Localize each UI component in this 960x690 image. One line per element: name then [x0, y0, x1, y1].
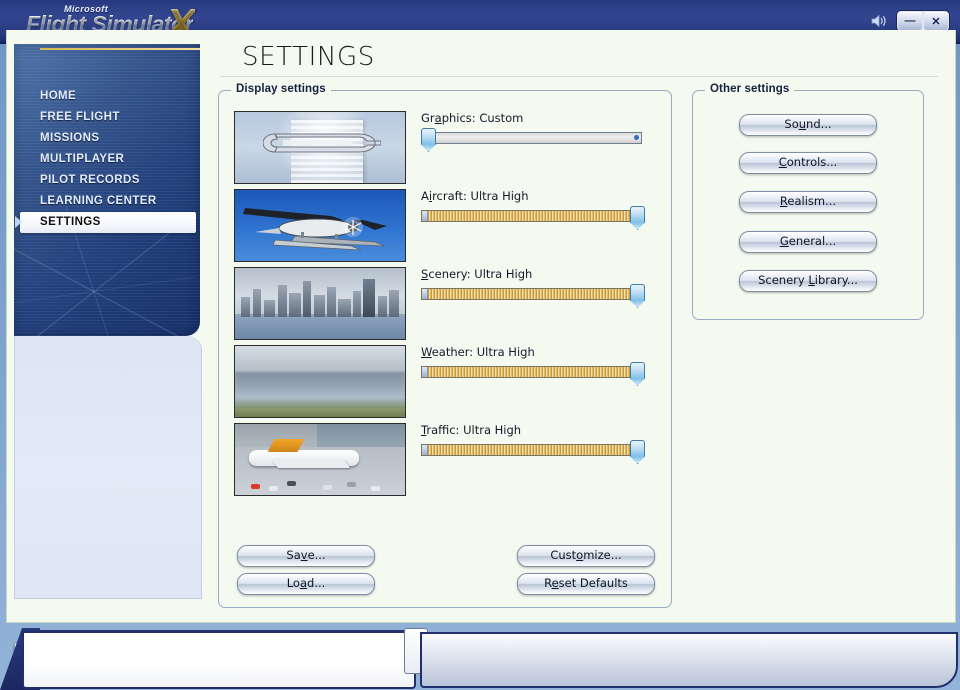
- sound-button[interactable]: Sound...: [739, 114, 877, 136]
- bottom-right-panel: [420, 632, 958, 688]
- general-button[interactable]: General...: [739, 231, 877, 253]
- display-settings-legend: Display settings: [231, 83, 331, 95]
- scenery-library-button[interactable]: Scenery Library...: [739, 270, 877, 292]
- sidebar-item-free-flight[interactable]: FREE FLIGHT: [14, 107, 200, 128]
- title-divider: [220, 76, 938, 77]
- scenery-slider-thumb[interactable]: [630, 284, 645, 308]
- graphics-slider-track[interactable]: [421, 132, 642, 144]
- sidebar-nav-panel: HOME FREE FLIGHT MISSIONS MULTIPLAYER PI…: [14, 44, 200, 336]
- sidebar-item-pilot-records[interactable]: PILOT RECORDS: [14, 170, 200, 191]
- graphics-slider-label: Graphics: Custom: [421, 111, 524, 125]
- sidebar-nav-list: HOME FREE FLIGHT MISSIONS MULTIPLAYER PI…: [14, 44, 200, 233]
- other-settings-group: Other settings Sound... Controls... Real…: [692, 83, 924, 320]
- traffic-slider-track[interactable]: [421, 444, 642, 456]
- sidebar-item-missions[interactable]: MISSIONS: [14, 128, 200, 149]
- application-window: Microsoft Flight Simulator X — ✕ HOME FR…: [0, 0, 960, 690]
- page-title: SETTINGS: [242, 42, 375, 72]
- aircraft-slider-label: Aircraft: Ultra High: [421, 189, 529, 203]
- aircraft-thumbnail[interactable]: [234, 189, 406, 262]
- scenery-slider-track[interactable]: [421, 288, 642, 300]
- sidebar-item-learning-center[interactable]: LEARNING CENTER: [14, 191, 200, 212]
- graphics-thumbnail[interactable]: [234, 111, 406, 184]
- weather-slider-track[interactable]: [421, 366, 642, 378]
- sidebar-item-settings[interactable]: SETTINGS: [15, 212, 196, 233]
- weather-slider-row: Weather: Ultra High: [421, 345, 649, 386]
- window-button-group: — ✕: [896, 10, 950, 32]
- traffic-thumbnail[interactable]: [234, 423, 406, 496]
- realism-button[interactable]: Realism...: [739, 191, 877, 213]
- sidebar: HOME FREE FLIGHT MISSIONS MULTIPLAYER PI…: [6, 44, 223, 673]
- sidebar-lower-panel: [14, 336, 202, 599]
- reset-defaults-button[interactable]: Reset Defaults: [517, 573, 655, 595]
- traffic-slider-thumb[interactable]: [630, 440, 645, 464]
- display-settings-group: Display settings Graphics: Custom Aircra…: [218, 83, 672, 608]
- weather-slider-label: Weather: Ultra High: [421, 345, 535, 359]
- speaker-volume-icon[interactable]: [870, 13, 888, 29]
- graphics-slider-thumb[interactable]: [421, 128, 436, 152]
- customize-button[interactable]: Customize...: [517, 545, 655, 567]
- bottom-left-panel: [22, 630, 416, 689]
- logo-gold-rule: [40, 48, 200, 50]
- weather-slider-thumb[interactable]: [630, 362, 645, 386]
- minimize-button[interactable]: —: [898, 12, 922, 30]
- traffic-slider-label: Traffic: Ultra High: [421, 423, 522, 437]
- save-button[interactable]: Save...: [237, 545, 375, 567]
- aircraft-slider-track[interactable]: [421, 210, 642, 222]
- sidebar-item-home[interactable]: HOME: [14, 86, 200, 107]
- scenery-thumbnail[interactable]: [234, 267, 406, 340]
- controls-button[interactable]: Controls...: [739, 152, 877, 174]
- scenery-slider-label: Scenery: Ultra High: [421, 267, 533, 281]
- load-button[interactable]: Load...: [237, 573, 375, 595]
- sidebar-item-multiplayer[interactable]: MULTIPLAYER: [14, 149, 200, 170]
- traffic-slider-row: Traffic: Ultra High: [421, 423, 649, 464]
- weather-thumbnail[interactable]: [234, 345, 406, 418]
- other-settings-legend: Other settings: [705, 83, 795, 95]
- close-button[interactable]: ✕: [924, 12, 948, 30]
- aircraft-slider-thumb[interactable]: [630, 206, 645, 230]
- graphics-slider-row: Graphics: Custom: [421, 111, 649, 152]
- aircraft-slider-row: Aircraft: Ultra High: [421, 189, 649, 230]
- scenery-slider-row: Scenery: Ultra High: [421, 267, 649, 308]
